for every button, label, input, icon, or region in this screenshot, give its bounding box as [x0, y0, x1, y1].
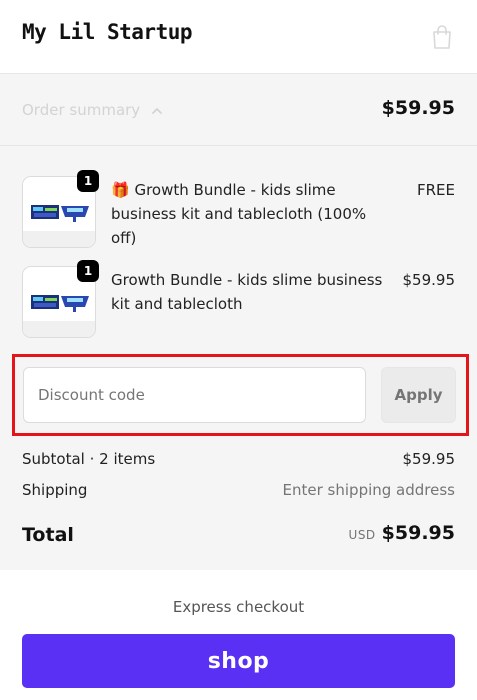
subtotal-value: $59.95 [402, 450, 456, 468]
line-item-price: FREE [416, 181, 455, 199]
discount-code-input[interactable] [23, 367, 366, 423]
shipping-row: Shipping Enter shipping address [22, 481, 455, 499]
line-item-price: $59.95 [402, 271, 456, 289]
order-summary-total: $59.95 [381, 97, 455, 119]
apply-discount-button[interactable]: Apply [381, 367, 456, 423]
line-item-name: Growth Bundle - kids slime business kit … [111, 271, 383, 313]
checkout-header: My Lil Startup [0, 0, 477, 74]
line-item-title: Growth Bundle - kids slime business kit … [111, 181, 367, 247]
discount-section: Apply [12, 354, 469, 436]
subtotal-label: Subtotal · 2 items [22, 450, 156, 468]
order-summary-label: Order summary [22, 101, 141, 119]
total-row: Total USD $59.95 [22, 522, 455, 552]
shop-pay-button[interactable]: shop [22, 634, 455, 688]
store-brand[interactable]: My Lil Startup [22, 20, 193, 44]
total-amount: USD $59.95 [349, 522, 455, 544]
quantity-badge: 1 [77, 260, 99, 282]
order-summary-panel: 1 🎁 Growth Bundle - kids slime business … [0, 146, 477, 570]
shipping-value: Enter shipping address [282, 481, 455, 499]
shopping-bag-icon[interactable] [430, 24, 454, 50]
total-currency: USD [348, 528, 376, 542]
order-summary-toggle[interactable]: Order summary $59.95 [0, 74, 477, 146]
shipping-label: Shipping [22, 481, 88, 499]
line-item-name: 🎁 Growth Bundle - kids slime business ki… [111, 178, 391, 250]
total-label: Total [22, 524, 74, 546]
express-checkout-section: Express checkout shop [0, 570, 477, 700]
total-value: $59.95 [381, 522, 455, 544]
chevron-up-icon [152, 108, 162, 114]
quantity-badge: 1 [77, 170, 99, 192]
express-checkout-label: Express checkout [172, 598, 305, 616]
subtotal-row: Subtotal · 2 items $59.95 [22, 450, 455, 468]
gift-icon: 🎁 [111, 181, 130, 199]
